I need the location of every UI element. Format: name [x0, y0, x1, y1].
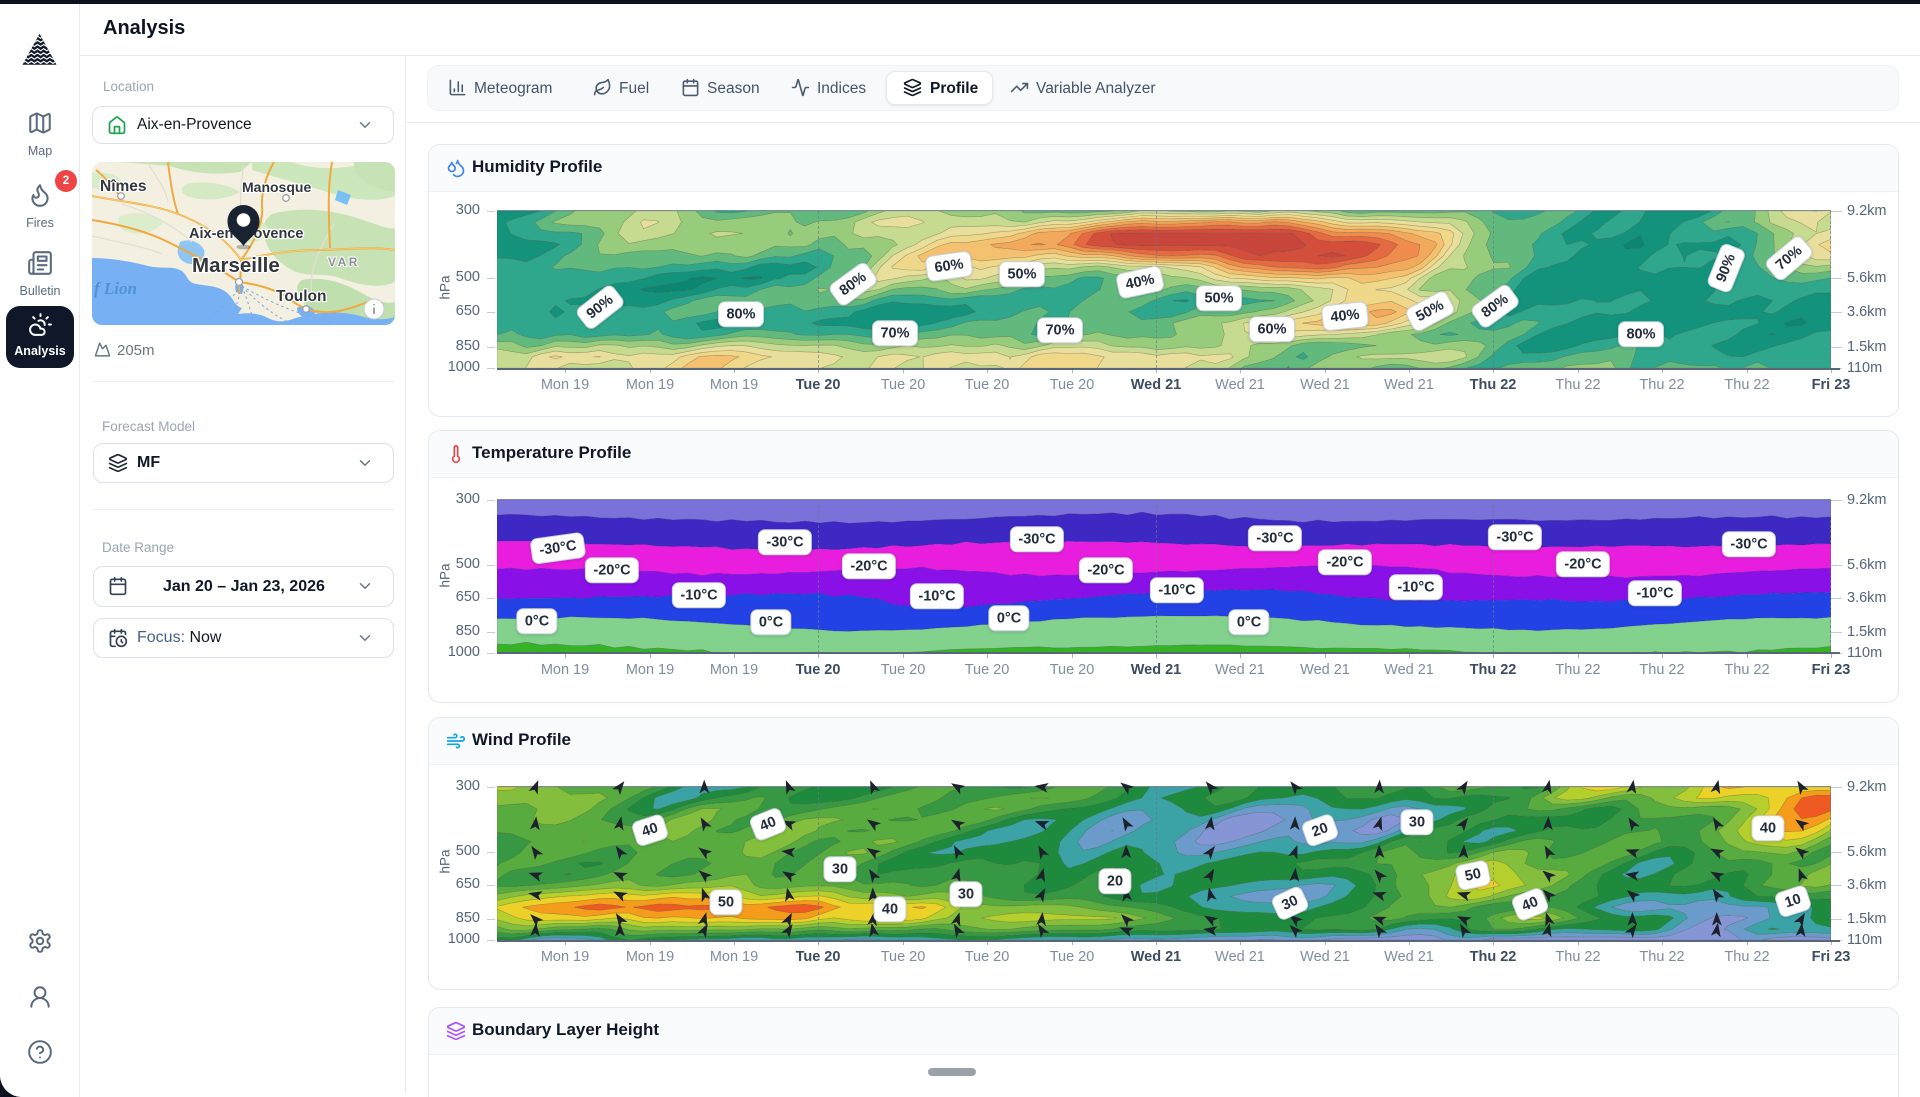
svg-text:Nîmes: Nîmes [100, 178, 147, 195]
svg-text:f Lion: f Lion [94, 279, 137, 298]
svg-text:Marseille: Marseille [192, 254, 280, 277]
svg-text:Toulon: Toulon [276, 288, 327, 305]
svg-text:Manosque: Manosque [242, 179, 311, 195]
svg-text:VAR: VAR [328, 255, 360, 269]
